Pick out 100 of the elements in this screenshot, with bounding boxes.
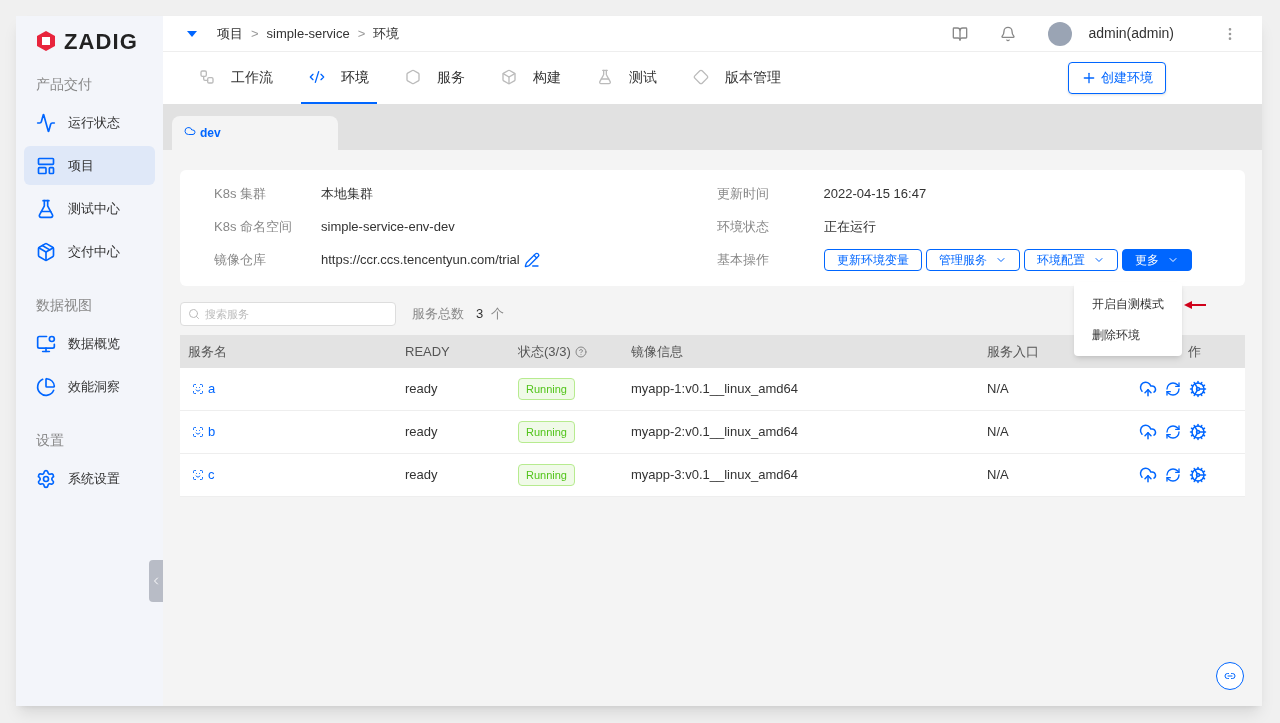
action-button[interactable]: 管理服务 <box>925 249 1020 271</box>
settings-icon[interactable] <box>1189 423 1207 441</box>
status-tag: Running <box>518 377 575 401</box>
menu-item[interactable]: 删除环境 <box>1074 319 1182 350</box>
nav-tab[interactable]: 工作流 <box>191 52 281 104</box>
nav-tab[interactable]: 测试 <box>589 52 665 104</box>
info-value: 正在运行 <box>823 218 876 237</box>
action-button[interactable]: 环境配置 <box>1023 249 1118 271</box>
env-tab[interactable]: dev <box>172 116 338 150</box>
section-title: 产品交付 <box>35 75 93 94</box>
menu-item[interactable]: 开启自测模式 <box>1074 288 1182 319</box>
upload-icon[interactable] <box>1139 380 1157 398</box>
service-link[interactable]: b <box>208 422 216 442</box>
section-title: 设置 <box>35 431 65 450</box>
table-cell-text: ready <box>405 466 439 485</box>
pulse-icon <box>36 112 56 133</box>
info-value: 2022-04-15 16:47 <box>823 185 927 204</box>
nav-tab[interactable]: 构建 <box>493 52 569 104</box>
action-button[interactable]: 更多 <box>1121 249 1192 271</box>
table-cell-text: myapp-1:v0.1__linux_amd64 <box>631 380 799 399</box>
breadcrumb-link[interactable]: 项目 <box>217 23 243 44</box>
link-button[interactable] <box>1216 662 1244 690</box>
link-icon <box>1224 670 1236 682</box>
table-cell-text: ready <box>405 423 439 442</box>
diamond-icon <box>693 69 709 85</box>
table-cell-text: N/A <box>987 466 1010 485</box>
avatar[interactable] <box>1048 21 1073 46</box>
info-label: 基本操作 <box>716 251 770 270</box>
info-value: 本地集群 <box>321 185 373 204</box>
status-tag: Running <box>518 420 575 444</box>
sidebar-item[interactable]: 效能洞察 <box>24 367 155 406</box>
pie-chart-icon <box>36 376 56 397</box>
count-unit: 个 <box>491 305 505 324</box>
info-value: https://ccr.ccs.tencentyun.com/trial <box>321 251 520 270</box>
action-button[interactable]: 更新环境变量 <box>823 249 922 271</box>
upload-icon[interactable] <box>1139 423 1157 441</box>
plus-icon <box>1081 70 1097 86</box>
edit-icon[interactable] <box>523 252 540 268</box>
settings-icon[interactable] <box>1189 466 1207 484</box>
table-cell-text: N/A <box>987 380 1010 399</box>
table-cell-text: myapp-2:v0.1__linux_amd64 <box>631 423 799 442</box>
pointer-arrow <box>1184 301 1206 309</box>
workflow-icon <box>199 69 215 85</box>
sidebar-item[interactable]: 测试中心 <box>24 189 155 228</box>
sidebar-item[interactable]: 项目 <box>24 146 155 185</box>
info-label: 镜像仓库 <box>214 251 267 270</box>
create-env-button[interactable]: 创建环境 <box>1068 62 1166 94</box>
column-header: 状态(3/3) <box>518 342 571 361</box>
code-icon <box>309 69 325 85</box>
refresh-icon[interactable] <box>1165 467 1181 483</box>
info-label: K8s 集群 <box>214 185 267 204</box>
count-label: 服务总数 <box>412 305 464 324</box>
status-tag: Running <box>518 463 575 487</box>
sidebar-item[interactable]: 数据概览 <box>24 324 155 363</box>
service-link[interactable]: c <box>208 465 215 485</box>
info-label: 更新时间 <box>716 185 770 204</box>
table-cell-text: N/A <box>987 423 1010 442</box>
book-icon[interactable] <box>952 25 969 42</box>
column-header: 服务名 <box>188 342 227 361</box>
search-icon <box>188 308 200 320</box>
nav-tab[interactable]: 版本管理 <box>685 52 789 104</box>
bell-icon[interactable] <box>1000 25 1017 42</box>
window-icon <box>36 155 56 176</box>
nav-tab[interactable]: 服务 <box>397 52 473 104</box>
flask-icon <box>597 69 613 85</box>
caret-icon[interactable] <box>187 30 197 37</box>
cube-icon <box>501 69 517 85</box>
service-link[interactable]: a <box>208 379 216 399</box>
info-label: 环境状态 <box>716 218 770 237</box>
count-value: 3 <box>476 305 484 324</box>
logo-text: ZADIG <box>64 27 138 56</box>
sidebar-item[interactable]: 系统设置 <box>24 459 155 498</box>
sidebar-item[interactable]: 运行状态 <box>24 103 155 142</box>
logo-icon <box>36 30 56 52</box>
breadcrumb-link[interactable]: simple-service <box>266 23 350 44</box>
user-name[interactable]: admin(admin) <box>1088 23 1174 44</box>
settings-icon[interactable] <box>1189 380 1207 398</box>
sidebar-item[interactable]: 交付中心 <box>24 232 155 271</box>
info-label: K8s 命名空间 <box>214 218 293 237</box>
column-header: READY <box>405 342 450 361</box>
info-value: simple-service-env-dev <box>321 218 455 237</box>
table-cell-text: myapp-3:v0.1__linux_amd64 <box>631 466 799 485</box>
refresh-icon[interactable] <box>1165 424 1181 440</box>
table-cell-text: ready <box>405 380 439 399</box>
flask-icon <box>36 198 56 219</box>
column-header: 服务入口 <box>987 342 1039 361</box>
column-header: 镜像信息 <box>631 342 683 361</box>
breadcrumb-separator: > <box>357 24 366 43</box>
hexagon-icon <box>405 69 421 85</box>
package-icon <box>36 241 56 262</box>
refresh-icon[interactable] <box>1165 381 1181 397</box>
cloud-icon <box>184 125 196 137</box>
upload-icon[interactable] <box>1139 466 1157 484</box>
breadcrumb-separator: > <box>251 24 259 43</box>
breadcrumb-link[interactable]: 环境 <box>373 23 400 44</box>
section-title: 数据视图 <box>35 296 93 315</box>
column-header: 作 <box>1188 342 1201 361</box>
settings-icon <box>36 468 56 489</box>
monitor-icon <box>36 333 56 354</box>
search-field[interactable]: 搜索服务 <box>180 302 396 326</box>
